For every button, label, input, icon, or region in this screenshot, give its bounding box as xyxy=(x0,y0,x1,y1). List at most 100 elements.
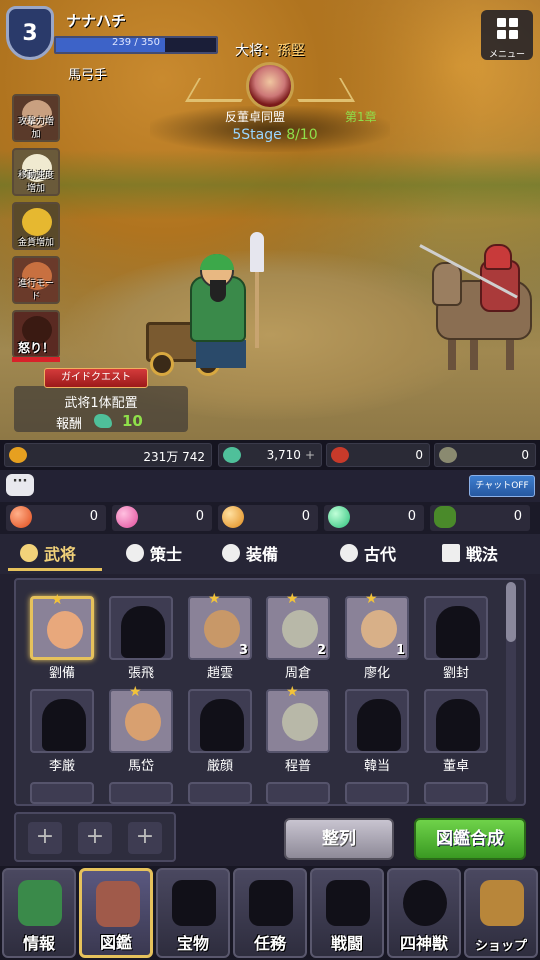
general-card[interactable]: ★ xyxy=(109,685,173,753)
skill-label: 攻撃力増加 xyxy=(17,117,54,140)
general-card[interactable]: ★ 3 xyxy=(188,592,252,660)
general-name: 董卓 xyxy=(442,759,469,774)
deploy-slot-3[interactable]: + xyxy=(128,822,162,854)
nav-battle[interactable]: 戦闘 xyxy=(310,868,384,958)
general-name: 廖化 xyxy=(363,666,390,681)
orb-orange-counter: 0 xyxy=(218,505,318,531)
crossed-swords-icon xyxy=(326,880,370,926)
skill-speed-up[interactable]: 移動速度増加 xyxy=(12,148,60,196)
tab-tactics[interactable]: 戦法 xyxy=(442,538,498,568)
general-card[interactable] xyxy=(109,596,173,660)
skill-attack-up[interactable]: 攻撃力増加 xyxy=(12,94,60,142)
general-portrait xyxy=(204,610,240,648)
nav-treasure[interactable]: 宝物 xyxy=(156,868,230,958)
general-card-partial[interactable] xyxy=(188,782,252,804)
locked-silhouette xyxy=(436,606,480,658)
chat-icon[interactable]: ··· xyxy=(6,474,34,496)
general-card[interactable] xyxy=(345,689,409,753)
star-icon: ★ xyxy=(51,592,64,608)
collection-fuse-button[interactable]: 図鑑合成 xyxy=(414,818,526,860)
general-name: 劉封 xyxy=(442,666,469,681)
nav-label: 情報 xyxy=(22,934,55,953)
gold-counter: 231万 742 xyxy=(4,443,212,467)
locked-silhouette xyxy=(436,699,480,751)
locked-silhouette xyxy=(42,699,86,751)
nav-label: 任務 xyxy=(253,934,286,953)
general-card[interactable] xyxy=(424,596,488,660)
guide-quest-button[interactable]: ガイドクエスト xyxy=(44,368,148,388)
general-card-partial[interactable] xyxy=(424,782,488,804)
horse-head xyxy=(432,262,462,306)
general-count: 1 xyxy=(395,643,405,658)
general-card[interactable] xyxy=(188,689,252,753)
mission-icon xyxy=(249,880,293,926)
general-card-partial[interactable] xyxy=(109,782,173,804)
pot-value: 0 xyxy=(521,448,529,462)
general-portrait xyxy=(47,611,83,649)
locked-silhouette xyxy=(200,699,244,751)
dragon-counter[interactable]: 3,710 + xyxy=(218,443,322,467)
tab-ancient[interactable]: 古代 xyxy=(340,538,396,568)
skill-rage[interactable]: 怒り！ xyxy=(12,310,60,358)
stage-label: 5Stage xyxy=(232,127,282,143)
general-count: 3 xyxy=(238,643,248,658)
general-card-partial[interactable] xyxy=(30,782,94,804)
nav-label: 四神獣 xyxy=(399,934,448,953)
menu-button[interactable]: メニュー xyxy=(481,10,533,60)
pot-counter: 0 xyxy=(434,443,536,467)
jade-value: 0 xyxy=(513,509,522,524)
general-card-partial[interactable] xyxy=(266,782,330,804)
active-tab-underline xyxy=(8,568,102,571)
stage-name: 反董卓同盟 xyxy=(224,110,285,124)
nav-shop[interactable]: ショップ xyxy=(464,868,538,958)
helmet-icon xyxy=(20,544,38,562)
general-card-partial[interactable] xyxy=(345,782,409,804)
guide-quest-task: 武将1体配置 xyxy=(64,396,138,411)
general-name: 周倉 xyxy=(284,666,311,681)
general-card[interactable]: ★ xyxy=(266,685,330,753)
general-name: 劉備 xyxy=(48,666,75,681)
nav-missions[interactable]: 任務 xyxy=(233,868,307,958)
player-level-badge[interactable]: 3 xyxy=(6,6,54,60)
general-card[interactable] xyxy=(30,689,94,753)
general-count: 2 xyxy=(316,643,326,658)
general-card[interactable] xyxy=(424,689,488,753)
skill-gold-up[interactable]: 金貨増加 xyxy=(12,202,60,250)
cart-wheel xyxy=(150,352,174,376)
star-icon: ★ xyxy=(286,591,299,607)
sort-button[interactable]: 整列 xyxy=(284,818,394,860)
treasure-chest-icon xyxy=(480,880,524,926)
tab-label: 武将 xyxy=(44,545,77,564)
tab-generals[interactable]: 武将 xyxy=(20,538,76,568)
general-card[interactable]: ★ 2 xyxy=(266,592,330,660)
nav-label: 宝物 xyxy=(176,934,209,953)
chat-toggle-button[interactable]: チャットOFF xyxy=(469,475,535,497)
nav-four-beasts[interactable]: 四神獣 xyxy=(387,868,461,958)
sword-icon xyxy=(222,544,240,562)
treasure-icon xyxy=(172,880,216,926)
dragon-value: 3,710 xyxy=(266,448,301,462)
tab-equipment[interactable]: 装備 xyxy=(222,538,278,568)
deploy-slot-1[interactable]: + xyxy=(28,822,62,854)
chapter-label: 第1章 xyxy=(345,110,377,124)
tab-label: 策士 xyxy=(150,545,183,564)
nav-collection[interactable]: 図鑑 xyxy=(79,868,153,958)
tab-label: 戦法 xyxy=(466,545,499,564)
scrollbar-thumb[interactable] xyxy=(506,582,516,642)
nav-label: ショップ xyxy=(474,939,527,954)
deploy-slot-2[interactable]: + xyxy=(78,822,112,854)
general-card[interactable]: ★ 1 xyxy=(345,592,409,660)
flame-icon xyxy=(340,544,358,562)
general-portrait xyxy=(282,703,318,741)
general-portrait xyxy=(125,703,161,741)
boss-portrait[interactable] xyxy=(246,62,294,110)
tab-strategists[interactable]: 策士 xyxy=(126,538,182,568)
orb-pink-counter: 0 xyxy=(112,505,212,531)
locked-silhouette xyxy=(121,606,165,658)
general-card[interactable]: ★ xyxy=(30,592,94,660)
star-icon: ★ xyxy=(208,591,221,607)
glaive-blade xyxy=(250,232,264,272)
nav-info[interactable]: 情報 xyxy=(2,868,76,958)
star-icon: ★ xyxy=(129,684,142,700)
skill-progress-mode[interactable]: 進行モード xyxy=(12,256,60,304)
